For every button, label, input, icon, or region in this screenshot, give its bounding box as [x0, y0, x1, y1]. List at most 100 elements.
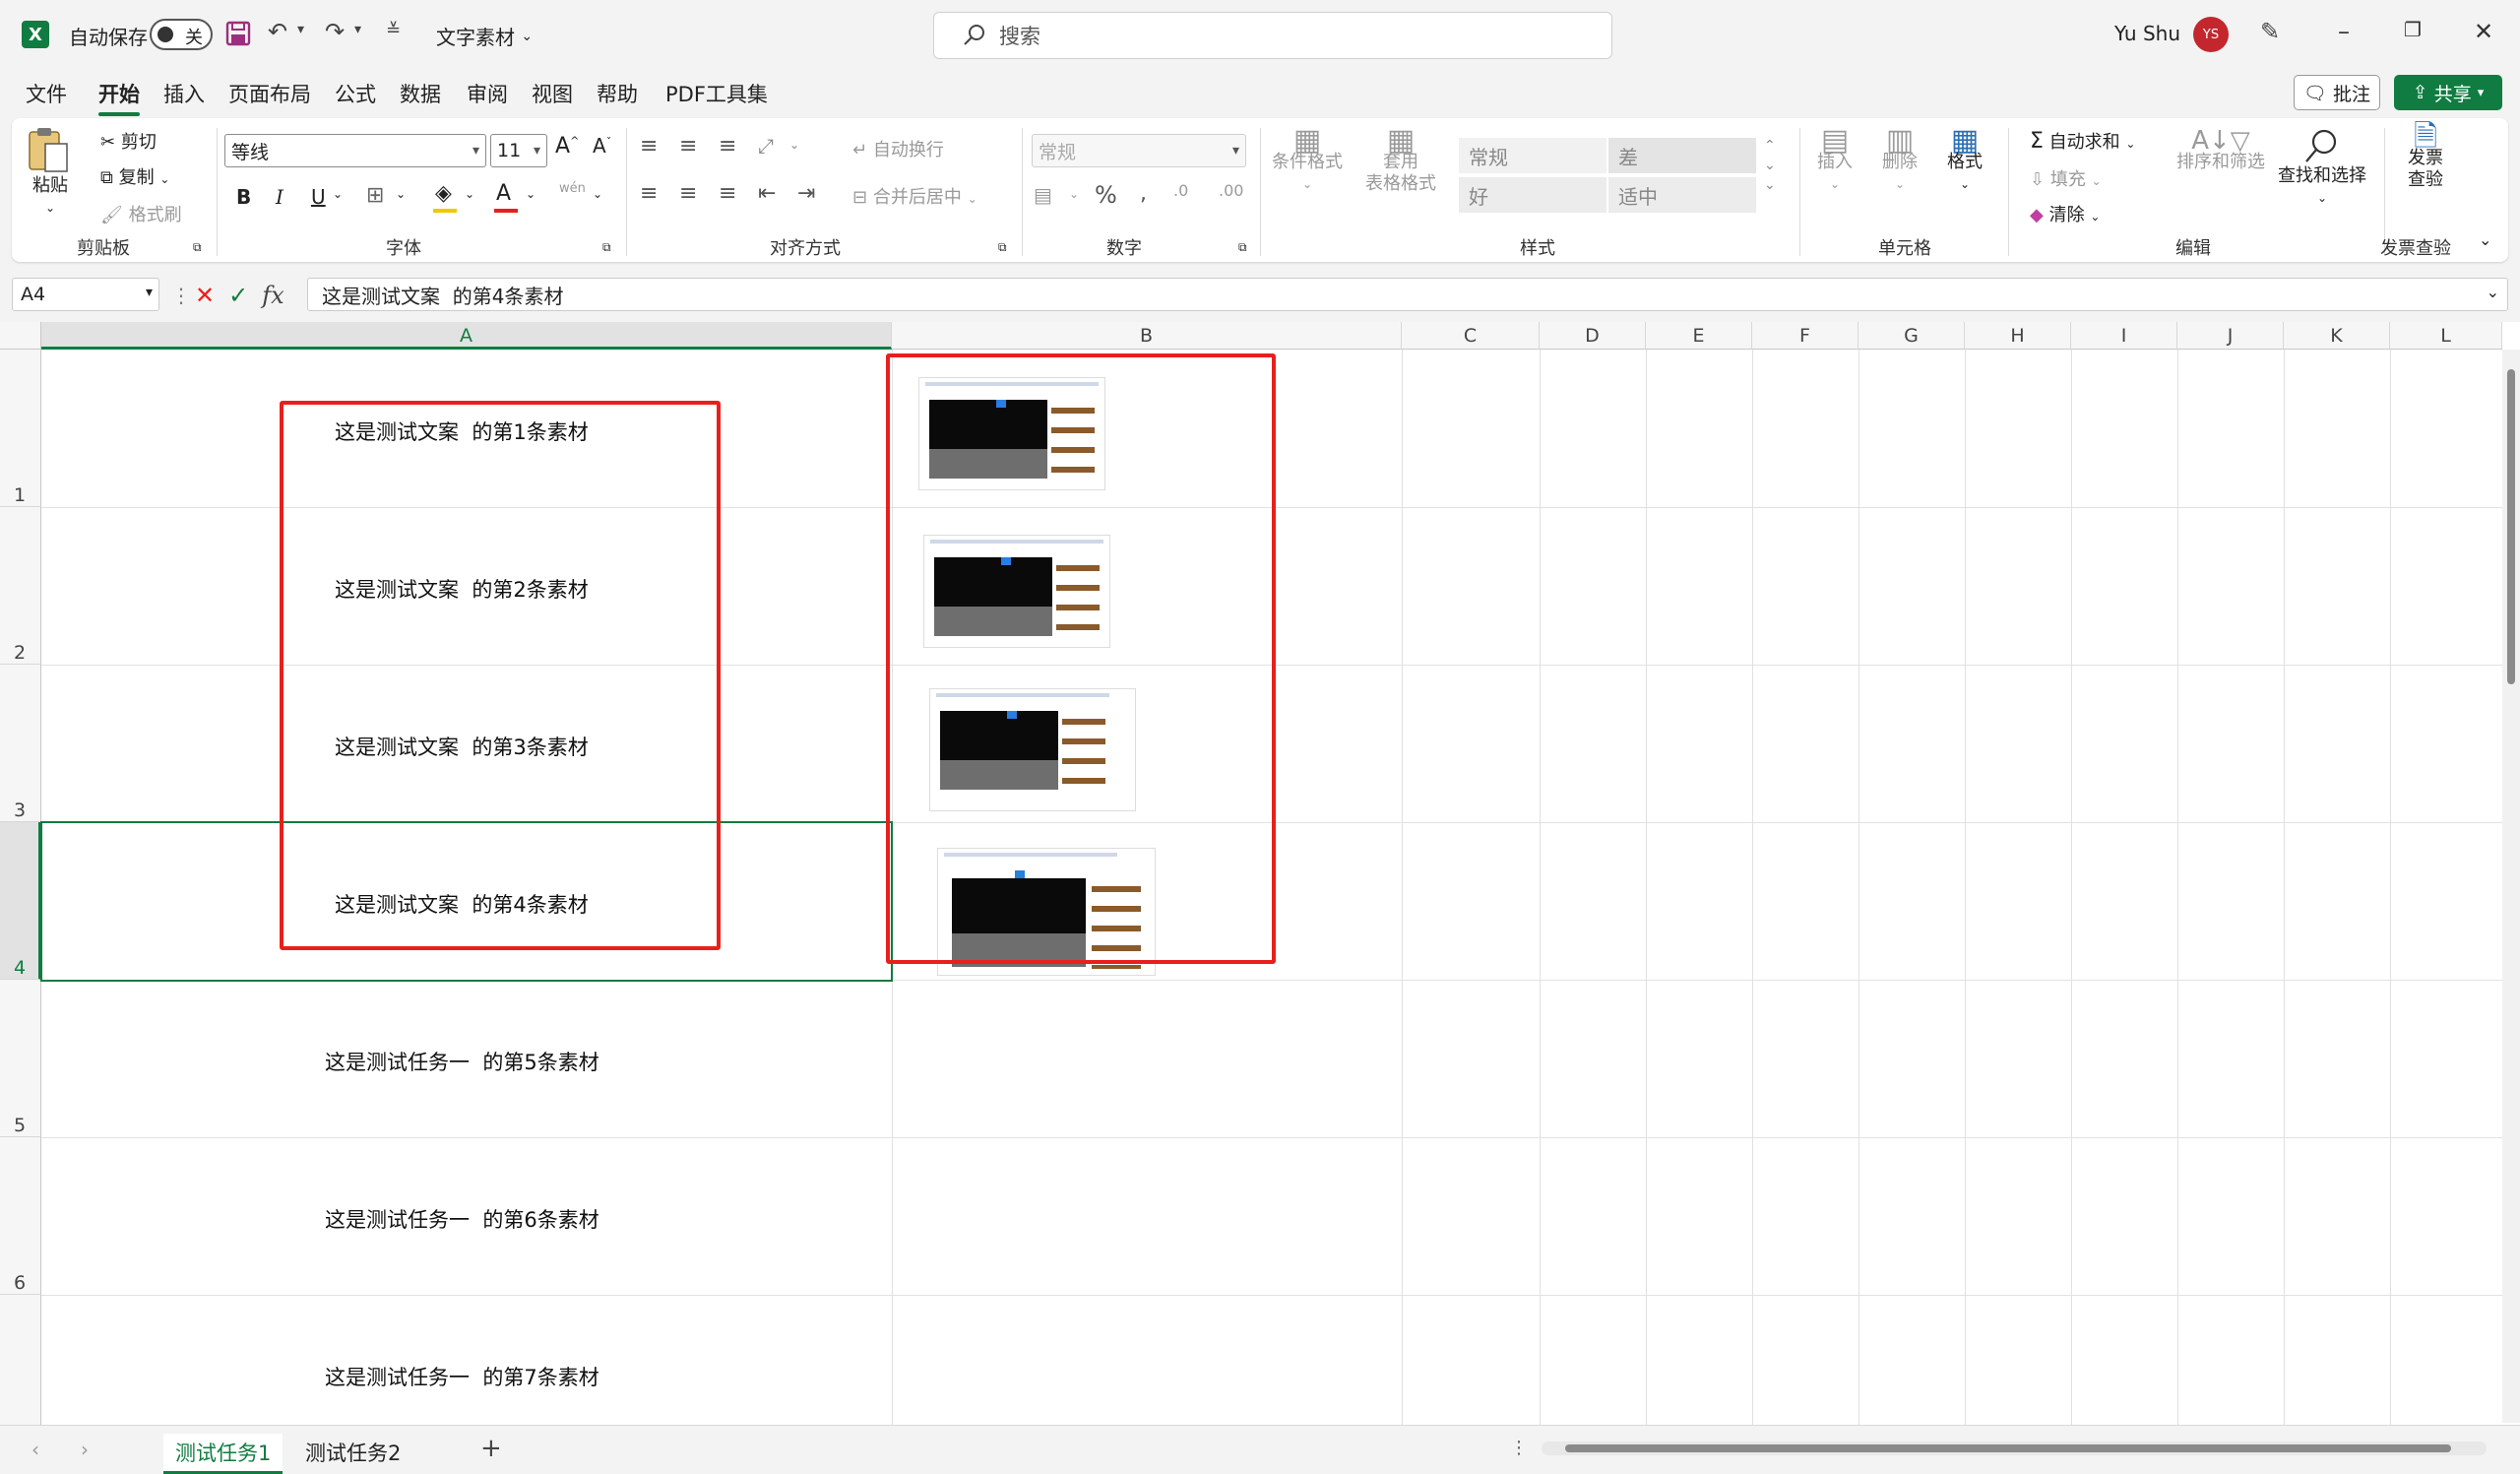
dialog-launcher-icon[interactable]: ⧉ [1238, 240, 1247, 255]
paste-button[interactable]: 粘贴 ⌄ [26, 126, 75, 219]
select-all-corner[interactable] [0, 322, 41, 350]
cell-a7[interactable]: 这是测试任务一 的第7条素材 [325, 1362, 599, 1391]
cell-a6[interactable]: 这是测试任务一 的第6条素材 [325, 1204, 599, 1234]
bold-button[interactable]: B [236, 185, 251, 209]
column-header-i[interactable]: I [2071, 322, 2177, 350]
user-name[interactable]: Yu Shu [2114, 22, 2180, 45]
row-header-4[interactable]: 4 [0, 822, 41, 980]
tab-view[interactable]: 视图 [532, 79, 573, 108]
name-box[interactable]: A4 ▾ [12, 278, 159, 311]
column-header-b[interactable]: B [892, 322, 1402, 350]
orientation-icon[interactable]: ⤢ [758, 134, 774, 158]
autosave-toggle[interactable]: 关 [150, 19, 213, 50]
chevron-down-icon[interactable]: ⌄ [526, 187, 536, 201]
formula-input[interactable]: 这是测试文案 的第4条素材 ⌄ [307, 278, 2508, 311]
row-header-6[interactable]: 6 [0, 1137, 41, 1295]
align-top-icon[interactable]: ≡ [640, 134, 658, 159]
align-right-icon[interactable]: ≡ [719, 181, 736, 206]
undo-dropdown-icon[interactable]: ▾ [297, 22, 304, 37]
redo-dropdown-icon[interactable]: ▾ [354, 22, 361, 37]
collapse-ribbon-icon[interactable]: ⌄ [2479, 230, 2491, 249]
phonetic-icon[interactable]: wén [559, 181, 586, 196]
comma-style-icon[interactable]: , [1140, 181, 1147, 206]
align-center-icon[interactable]: ≡ [679, 181, 697, 206]
column-header-j[interactable]: J [2177, 322, 2284, 350]
border-icon[interactable]: ⊞ [366, 183, 384, 208]
tab-pdf-tools[interactable]: PDF工具集 [665, 79, 768, 108]
row-header-7[interactable] [0, 1295, 41, 1425]
underline-button[interactable]: U [311, 185, 326, 209]
tab-review[interactable]: 审阅 [467, 79, 508, 108]
dialog-launcher-icon[interactable]: ⧉ [193, 240, 202, 255]
cancel-icon[interactable]: ✕ [195, 282, 215, 309]
dialog-launcher-icon[interactable]: ⧉ [602, 240, 611, 255]
font-size-select[interactable]: 11 ▾ [490, 134, 547, 167]
redo-icon[interactable]: ↷ [325, 18, 345, 45]
dialog-launcher-icon[interactable]: ⧉ [998, 240, 1007, 255]
restore-button[interactable]: ❐ [2388, 18, 2437, 41]
column-header-g[interactable]: G [1858, 322, 1965, 350]
tab-formulas[interactable]: 公式 [335, 79, 376, 108]
column-header-e[interactable]: E [1646, 322, 1752, 350]
format-painter-button[interactable]: 🖌 格式刷 [100, 201, 182, 226]
column-header-c[interactable]: C [1402, 322, 1540, 350]
autosum-button[interactable]: Σ 自动求和 ⌄ [2030, 128, 2135, 154]
tab-page-layout[interactable]: 页面布局 [228, 79, 311, 108]
save-icon[interactable] [224, 20, 252, 47]
row-header-2[interactable]: 2 [0, 507, 41, 665]
row-header-5[interactable]: 5 [0, 980, 41, 1137]
row-header-1[interactable]: 1 [0, 350, 41, 507]
copy-button[interactable]: ⧉ 复制 ⌄ [100, 163, 169, 189]
format-cells-button[interactable]: ▦ 格式 ⌄ [1935, 126, 1994, 195]
clear-button[interactable]: ◆ 清除 ⌄ [2030, 201, 2100, 226]
find-select-button[interactable]: 查找和选择 ⌄ [2268, 126, 2376, 209]
chevron-down-icon[interactable]: ⌄ [396, 187, 406, 201]
fill-button[interactable]: ⇩ 填充 ⌄ [2030, 165, 2102, 191]
avatar[interactable]: YS [2193, 17, 2229, 52]
undo-icon[interactable]: ↶ [268, 18, 287, 45]
sheet-tab-1[interactable]: 测试任务1 [163, 1434, 284, 1474]
vertical-scrollbar[interactable] [2502, 350, 2520, 1423]
delete-cells-button[interactable]: ▥ 删除 ⌄ [1870, 126, 1929, 195]
tab-insert[interactable]: 插入 [163, 79, 205, 108]
decrease-indent-icon[interactable]: ⇤ [758, 181, 776, 206]
scrollbar-thumb[interactable] [2507, 369, 2515, 684]
comment-button[interactable]: 🗨 批注 [2294, 75, 2380, 110]
align-bottom-icon[interactable]: ≡ [719, 134, 736, 159]
more-options-icon[interactable]: ⋮ [1510, 1438, 1528, 1458]
merge-center-button[interactable]: ⊟ 合并后居中 ⌄ [852, 183, 977, 209]
tab-file[interactable]: 文件 [26, 79, 67, 108]
customize-toolbar-icon[interactable]: ≚ [386, 20, 401, 40]
more-options-icon[interactable]: ⋮ [171, 284, 191, 307]
search-input[interactable]: 搜索 [933, 12, 1612, 59]
chevron-down-icon[interactable]: ⌄ [333, 187, 343, 201]
sheet-tab-2[interactable]: 测试任务2 [293, 1434, 412, 1471]
font-name-select[interactable]: 等线 ▾ [224, 134, 486, 167]
close-button[interactable]: ✕ [2459, 18, 2508, 45]
insert-function-icon[interactable]: fx [262, 282, 284, 309]
italic-button[interactable]: I [276, 185, 284, 209]
increase-indent-icon[interactable]: ⇥ [797, 181, 815, 206]
sort-filter-button[interactable]: A↓▽ 排序和筛选 [2174, 128, 2268, 173]
invoice-check-button[interactable]: 🗎 发票 查验 [2394, 122, 2457, 191]
number-format-select[interactable]: 常规 ▾ [1032, 134, 1246, 167]
insert-cells-button[interactable]: ▤ 插入 ⌄ [1805, 126, 1864, 195]
chevron-down-icon[interactable]: ⌄ [465, 187, 474, 201]
cut-button[interactable]: ✂ 剪切 [100, 128, 157, 154]
decrease-font-icon[interactable]: Aˇ [593, 134, 611, 158]
tab-home[interactable]: 开始 [98, 79, 140, 116]
add-sheet-icon[interactable]: + [480, 1434, 502, 1463]
chevron-down-icon[interactable]: ⌄ [593, 187, 602, 201]
align-middle-icon[interactable]: ≡ [679, 134, 697, 159]
column-header-a[interactable]: A [41, 322, 892, 350]
column-header-k[interactable]: K [2284, 322, 2390, 350]
accounting-format-icon[interactable]: ▤ [1034, 183, 1052, 207]
worksheet-grid[interactable]: A B C D E F G H I J K L 1 2 3 4 5 6 这是测试… [0, 322, 2520, 1425]
style-neutral[interactable]: 适中 [1608, 177, 1756, 213]
scrollbar-thumb[interactable] [1565, 1444, 2451, 1452]
style-normal[interactable]: 常规 [1459, 138, 1606, 173]
tab-data[interactable]: 数据 [400, 79, 441, 108]
column-header-h[interactable]: H [1965, 322, 2071, 350]
column-header-l[interactable]: L [2390, 322, 2502, 350]
percent-icon[interactable]: % [1095, 181, 1117, 209]
